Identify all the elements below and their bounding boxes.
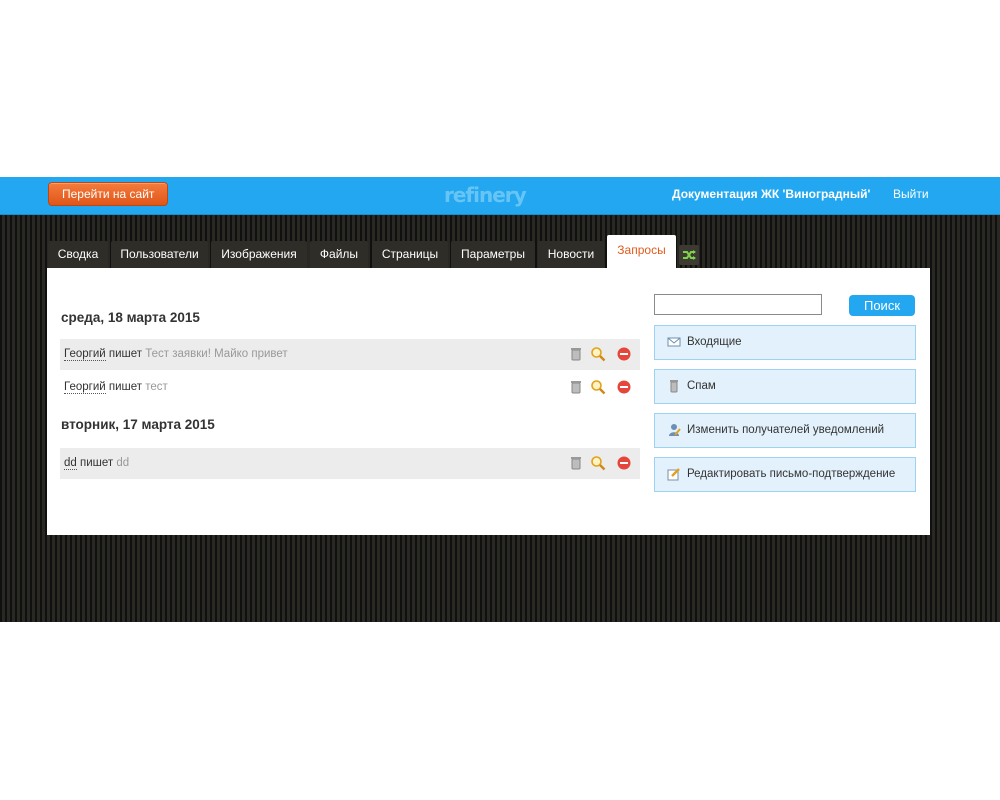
site-title: Документация ЖК 'Виноградный' xyxy=(672,187,871,201)
tab-dashboard[interactable]: Сводка xyxy=(48,241,108,268)
remove-icon[interactable] xyxy=(616,379,632,395)
edit-confirmation-label: Редактировать письмо-подтверждение xyxy=(687,468,896,480)
day-heading: вторник, 17 марта 2015 xyxy=(61,417,215,432)
spam-label: Спам xyxy=(687,380,716,392)
tab-settings[interactable]: Параметры xyxy=(451,241,535,268)
trash-icon[interactable] xyxy=(568,346,584,362)
search-input[interactable] xyxy=(654,294,822,315)
go-to-site-button[interactable]: Перейти на сайт xyxy=(48,182,169,206)
inquiry-text: Георгий пишет Тест заявки! Майко привет xyxy=(64,348,288,361)
edit-confirmation-button[interactable]: Редактировать письмо-подтверждение xyxy=(654,457,916,492)
inquiry-author-link[interactable]: dd xyxy=(64,457,77,470)
day-heading: среда, 18 марта 2015 xyxy=(61,310,200,325)
tab-inquiries[interactable]: Запросы xyxy=(607,235,676,268)
trash-icon[interactable] xyxy=(568,455,584,471)
search-icon[interactable] xyxy=(590,455,606,471)
search-icon[interactable] xyxy=(590,346,606,362)
inquiry-verb: пишет xyxy=(108,381,143,393)
inquiry-message: тест xyxy=(145,381,168,393)
tab-files[interactable]: Файлы xyxy=(310,241,368,268)
trash-icon xyxy=(670,380,678,393)
tab-images[interactable]: Изображения xyxy=(211,241,307,268)
inquiry-row: Георгий пишет Тест заявки! Майко привет xyxy=(60,339,640,370)
refinery-logo: refinery xyxy=(444,183,527,207)
inquiry-verb: пишет xyxy=(80,457,114,469)
tab-users[interactable]: Пользователи xyxy=(111,241,208,268)
row-actions xyxy=(568,346,632,364)
tab-news[interactable]: Новости xyxy=(538,241,604,268)
top-bar: Перейти на сайт refinery Документация ЖК… xyxy=(0,177,1000,215)
tab-pages[interactable]: Страницы xyxy=(372,241,448,268)
trash-icon[interactable] xyxy=(568,379,584,395)
inquiry-text: Георгий пишет тест xyxy=(64,381,168,394)
edit-icon xyxy=(667,468,680,481)
admin-app: Перейти на сайт refinery Документация ЖК… xyxy=(0,177,1000,622)
change-recipients-button[interactable]: Изменить получателей уведомлений xyxy=(654,413,916,448)
remove-icon[interactable] xyxy=(616,455,632,471)
inquiry-author-link[interactable]: Георгий xyxy=(64,348,106,361)
inquiry-row: dd пишет dd xyxy=(60,448,640,479)
user-edit-icon xyxy=(669,424,681,436)
inquiry-message: Тест заявки! Майко привет xyxy=(145,348,288,360)
row-actions xyxy=(568,455,632,473)
search-icon[interactable] xyxy=(590,379,606,395)
inquiry-verb: пишет xyxy=(108,348,143,360)
inquiry-message: dd xyxy=(116,457,130,469)
inquiry-row: Георгий пишет тест xyxy=(60,372,640,403)
inquiry-author-link[interactable]: Георгий xyxy=(64,381,106,394)
change-recipients-label: Изменить получателей уведомлений xyxy=(687,424,885,436)
inbox-button[interactable]: Входящие xyxy=(654,325,916,360)
inquiries-panel: среда, 18 марта 2015 Георгий пишет Тест … xyxy=(47,268,930,535)
logout-link[interactable]: Выйти xyxy=(893,187,929,201)
spam-button[interactable]: Спам xyxy=(654,369,916,404)
remove-icon[interactable] xyxy=(616,346,632,362)
inbox-label: Входящие xyxy=(687,336,742,348)
inquiry-text: dd пишет dd xyxy=(64,457,130,470)
shuffle-icon[interactable] xyxy=(679,245,699,265)
search-button[interactable]: Поиск xyxy=(849,295,915,316)
row-actions xyxy=(568,379,632,397)
envelope-icon xyxy=(667,337,681,347)
